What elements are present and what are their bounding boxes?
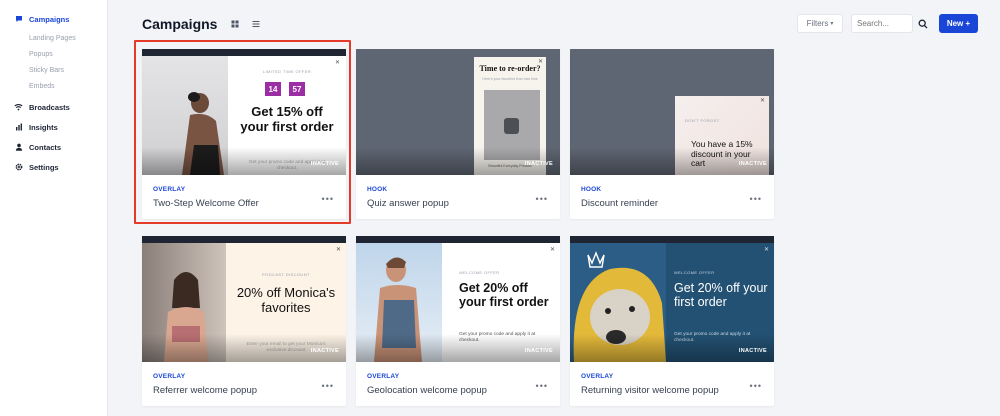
status-badge: INACTIVE bbox=[524, 348, 553, 354]
filters-button[interactable]: Filters ▾ bbox=[797, 14, 843, 33]
close-icon: ✕ bbox=[335, 247, 341, 253]
campaign-name[interactable]: Discount reminder bbox=[581, 198, 658, 209]
sidebar-item-campaigns[interactable]: Campaigns bbox=[0, 10, 107, 28]
page-title: Campaigns bbox=[142, 16, 218, 32]
bag-icon bbox=[504, 118, 519, 134]
campaign-card[interactable]: ✕ WELCOME OFFER Get 20% off your first o… bbox=[356, 236, 560, 406]
sidebar-item-embeds[interactable]: Embeds bbox=[0, 78, 107, 94]
chevron-down-icon: ▾ bbox=[830, 21, 834, 27]
sidebar-item-settings[interactable]: Settings bbox=[0, 158, 107, 176]
close-icon: ✕ bbox=[759, 98, 765, 104]
campaign-card[interactable]: ✕ DON'T FORGET You have a 15% discount i… bbox=[570, 49, 774, 219]
popup-headline: 20% off Monica's favorites bbox=[236, 285, 336, 315]
popup-headline: Get 20% off your first order bbox=[674, 281, 768, 309]
selection-highlight bbox=[134, 40, 351, 224]
campaign-name[interactable]: Returning visitor welcome popup bbox=[581, 385, 719, 396]
filters-label: Filters bbox=[806, 19, 829, 28]
popup-eyebrow: PODCAST DISCOUNT bbox=[262, 272, 310, 277]
grid-view-icon[interactable] bbox=[230, 19, 240, 29]
popup-eyebrow: WELCOME OFFER bbox=[459, 270, 500, 275]
sidebar-item-label: Insights bbox=[29, 122, 58, 132]
campaign-name[interactable]: Quiz answer popup bbox=[367, 198, 449, 209]
search-input[interactable] bbox=[851, 14, 913, 33]
close-icon: ✕ bbox=[763, 247, 769, 253]
bar-chart-icon bbox=[14, 123, 23, 132]
sidebar-item-broadcasts[interactable]: Broadcasts bbox=[0, 98, 107, 116]
campaign-type: OVERLAY bbox=[367, 373, 400, 380]
more-options-button[interactable]: ••• bbox=[322, 381, 334, 391]
sidebar-item-label: Settings bbox=[29, 162, 59, 172]
chat-icon bbox=[14, 15, 23, 24]
sidebar-item-popups[interactable]: Popups bbox=[0, 46, 107, 62]
campaign-type: HOOK bbox=[367, 186, 388, 193]
campaign-type: OVERLAY bbox=[153, 373, 186, 380]
campaign-card[interactable]: ✕ PODCAST DISCOUNT 20% off Monica's favo… bbox=[142, 236, 346, 406]
campaign-name[interactable]: Geolocation welcome popup bbox=[367, 385, 487, 396]
more-options-button[interactable]: ••• bbox=[536, 194, 548, 204]
popup-subtitle: Here's your favorites from last time bbox=[482, 77, 538, 81]
campaign-type: OVERLAY bbox=[581, 373, 614, 380]
sidebar-item-landing-pages[interactable]: Landing Pages bbox=[0, 30, 107, 46]
wifi-icon bbox=[14, 103, 23, 112]
status-badge: INACTIVE bbox=[738, 161, 767, 167]
popup-headline: Time to re-order? bbox=[479, 64, 541, 73]
sidebar-item-insights[interactable]: Insights bbox=[0, 118, 107, 136]
campaign-name[interactable]: Referrer welcome popup bbox=[153, 385, 257, 396]
new-campaign-button[interactable]: New + bbox=[939, 14, 978, 33]
more-options-button[interactable]: ••• bbox=[536, 381, 548, 391]
campaign-card[interactable]: ✕ WELCOME OFFER Get 20% off your first o… bbox=[570, 236, 774, 406]
status-badge: INACTIVE bbox=[310, 348, 339, 354]
sidebar-item-label: Campaigns bbox=[29, 14, 70, 24]
campaign-preview[interactable]: ✕ DON'T FORGET You have a 15% discount i… bbox=[570, 49, 774, 175]
campaign-preview[interactable]: ✕ WELCOME OFFER Get 20% off your first o… bbox=[356, 236, 560, 362]
campaign-card[interactable]: ✕ Time to re-order? Here's your favorite… bbox=[356, 49, 560, 219]
status-badge: INACTIVE bbox=[524, 161, 553, 167]
popup-headline: Get 20% off your first order bbox=[459, 281, 549, 309]
close-icon: ✕ bbox=[549, 247, 555, 253]
more-options-button[interactable]: ••• bbox=[750, 381, 762, 391]
status-badge: INACTIVE bbox=[738, 348, 767, 354]
sidebar-item-sticky-bars[interactable]: Sticky Bars bbox=[0, 62, 107, 78]
search-icon[interactable] bbox=[916, 17, 930, 31]
list-view-icon[interactable] bbox=[251, 19, 261, 29]
sidebar-item-label: Broadcasts bbox=[29, 102, 70, 112]
popup-eyebrow: WELCOME OFFER bbox=[674, 270, 715, 275]
campaign-preview[interactable]: ✕ Time to re-order? Here's your favorite… bbox=[356, 49, 560, 175]
more-options-button[interactable]: ••• bbox=[750, 194, 762, 204]
popup-eyebrow: DON'T FORGET bbox=[685, 118, 720, 123]
gear-icon bbox=[14, 163, 23, 172]
sidebar-item-label: Contacts bbox=[29, 142, 62, 152]
sidebar: Campaigns Landing Pages Popups Sticky Ba… bbox=[0, 0, 108, 416]
campaign-type: HOOK bbox=[581, 186, 602, 193]
sidebar-item-contacts[interactable]: Contacts bbox=[0, 138, 107, 156]
campaign-preview[interactable]: ✕ WELCOME OFFER Get 20% off your first o… bbox=[570, 236, 774, 362]
person-icon bbox=[14, 143, 23, 152]
campaign-preview[interactable]: ✕ PODCAST DISCOUNT 20% off Monica's favo… bbox=[142, 236, 346, 362]
